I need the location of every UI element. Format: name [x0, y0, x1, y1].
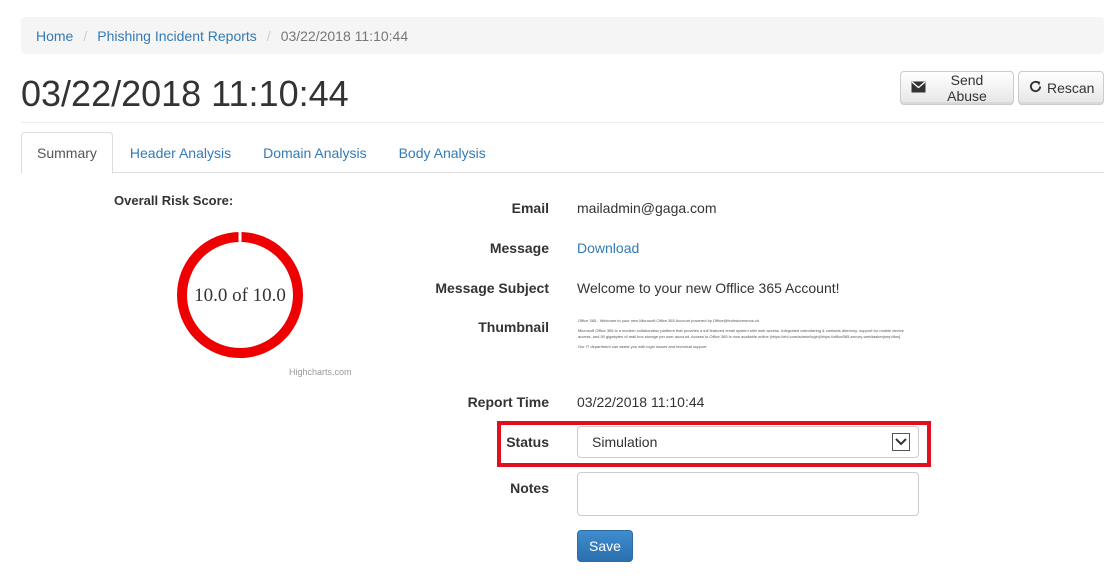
subject-label: Message Subject	[435, 280, 549, 296]
message-label: Message	[489, 240, 549, 256]
notes-label: Notes	[510, 480, 549, 496]
rescan-button[interactable]: Rescan	[1018, 71, 1104, 105]
message-thumbnail[interactable]: Office 365 - Welcome to your new Microso…	[578, 318, 918, 372]
breadcrumb-reports[interactable]: Phishing Incident Reports	[97, 28, 257, 44]
status-selected-value: Simulation	[592, 434, 658, 450]
highcharts-credit-link[interactable]: Highcharts.com	[289, 367, 352, 377]
breadcrumb-home[interactable]: Home	[36, 28, 73, 44]
tab-domain-analysis[interactable]: Domain Analysis	[248, 132, 382, 173]
notes-textarea[interactable]	[577, 472, 919, 516]
subject-value: Welcome to your new Offlice 365 Account!	[577, 280, 840, 296]
refresh-icon	[1029, 80, 1042, 96]
page-title: 03/22/2018 11:10:44	[21, 73, 349, 114]
download-link[interactable]: Download	[577, 240, 639, 256]
tab-header-analysis[interactable]: Header Analysis	[115, 132, 246, 173]
tab-summary[interactable]: Summary	[21, 132, 113, 174]
chevron-down-icon[interactable]	[892, 433, 910, 451]
tab-body-analysis[interactable]: Body Analysis	[384, 132, 501, 173]
save-button[interactable]: Save	[577, 530, 633, 562]
status-select[interactable]: Simulation	[577, 426, 919, 458]
risk-score-value: 10.0 of 10.0	[194, 285, 286, 306]
report-time-value: 03/22/2018 11:10:44	[577, 394, 705, 410]
tab-bar: Summary Header Analysis Domain Analysis …	[21, 132, 1104, 174]
risk-score-gauge: 10.0 of 10.0	[177, 229, 303, 358]
divider	[21, 122, 1104, 123]
breadcrumb-separator: /	[83, 27, 88, 44]
thumbnail-label: Thumbnail	[478, 319, 549, 335]
risk-score-label: Overall Risk Score:	[114, 193, 234, 208]
email-label: Email	[511, 200, 549, 216]
send-abuse-label: Send Abuse	[947, 72, 987, 104]
breadcrumb-current: 03/22/2018 11:10:44	[280, 27, 409, 44]
send-abuse-button[interactable]: Send Abuse	[900, 71, 1014, 105]
envelope-icon	[911, 80, 926, 96]
rescan-label: Rescan	[1047, 80, 1095, 96]
email-value: mailadmin@gaga.com	[577, 200, 717, 216]
thumbnail-line: Microsoft Office 365 is a modern collabo…	[578, 328, 904, 339]
thumbnail-line: Office 365 - Welcome to your new Microso…	[578, 318, 760, 323]
report-time-label: Report Time	[467, 394, 549, 410]
breadcrumb-separator: /	[266, 27, 271, 44]
thumbnail-line: Our IT department can assist you with lo…	[578, 344, 707, 349]
status-label: Status	[506, 434, 549, 450]
breadcrumb: Home / Phishing Incident Reports / 03/22…	[21, 17, 1104, 54]
